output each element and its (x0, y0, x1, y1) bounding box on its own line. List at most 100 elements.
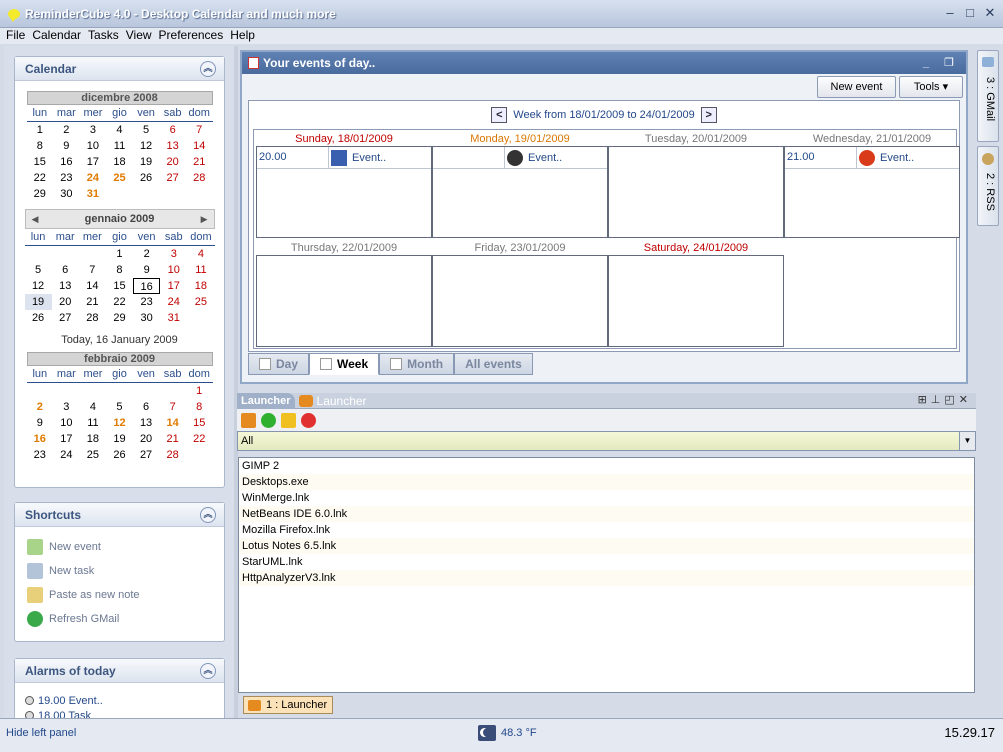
calendar-day[interactable]: 19 (106, 431, 133, 447)
event-row[interactable]: 21.00 Event.. (785, 147, 959, 169)
calendar-day[interactable]: 3 (160, 246, 187, 262)
calendar-day[interactable]: 27 (133, 447, 160, 463)
shortcut-refresh-gmail[interactable]: Refresh GMail (15, 607, 224, 631)
calendar-day[interactable]: 8 (27, 138, 54, 154)
calendar-day[interactable]: 9 (133, 262, 160, 278)
calendar-day[interactable]: 1 (27, 122, 54, 138)
calendar-day[interactable]: 22 (27, 170, 54, 186)
calendar-day[interactable]: 6 (159, 122, 186, 138)
calendar-day[interactable]: 17 (53, 431, 80, 447)
calendar-day[interactable]: 28 (159, 447, 186, 463)
calendar-day[interactable]: 8 (106, 262, 133, 278)
day-cell[interactable]: 21.00 Event.. (784, 146, 960, 238)
menu-help[interactable]: Help (230, 28, 255, 44)
calendar-day[interactable]: 12 (106, 415, 133, 431)
menu-file[interactable]: File (6, 28, 25, 44)
list-item[interactable]: NetBeans IDE 6.0.lnk (239, 506, 974, 522)
prev-arrow-icon[interactable]: ◀ (32, 210, 39, 228)
tab-week[interactable]: Week (309, 353, 380, 375)
calendar-day[interactable]: 27 (52, 310, 79, 326)
calendar-day[interactable]: 28 (186, 170, 213, 186)
calendar-day[interactable]: 12 (25, 278, 52, 294)
calendar-day[interactable]: 24 (160, 294, 187, 310)
calendar-day[interactable]: 14 (159, 415, 186, 431)
list-item[interactable]: StarUML.lnk (239, 554, 974, 570)
weather-widget[interactable]: 48.3 °F (478, 725, 537, 741)
calendar-day[interactable]: 12 (133, 138, 160, 154)
next-week-button[interactable]: > (700, 107, 717, 123)
day-column[interactable]: Saturday, 24/01/2009 (608, 241, 784, 347)
calendar-day[interactable]: 2 (53, 122, 80, 138)
edit-icon[interactable] (281, 412, 296, 428)
calendar-day[interactable]: 7 (186, 122, 213, 138)
list-item[interactable]: GIMP 2 (239, 458, 974, 474)
calendar-day[interactable]: 2 (27, 399, 54, 415)
calendar-day[interactable]: 7 (79, 262, 106, 278)
day-column[interactable]: Wednesday, 21/01/2009 21.00 Event.. (784, 132, 960, 238)
day-cell[interactable] (608, 255, 784, 347)
tab-gmail[interactable]: 3 : GMail (977, 50, 999, 142)
calendar-day[interactable]: 31 (80, 186, 107, 202)
close-icon[interactable]: ✕ (983, 6, 997, 20)
calendar-day[interactable]: 31 (160, 310, 187, 326)
tab-launcher[interactable]: 1 : Launcher (243, 696, 334, 714)
list-item[interactable]: Mozilla Firefox.lnk (239, 522, 974, 538)
calendar-day[interactable]: 9 (27, 415, 54, 431)
list-item[interactable]: Lotus Notes 6.5.lnk (239, 538, 974, 554)
window-controls-icon[interactable]: _ ❐ (923, 56, 960, 69)
calendar-day[interactable]: 15 (186, 415, 213, 431)
tab-day[interactable]: Day (248, 353, 310, 375)
next-arrow-icon[interactable]: ▶ (201, 210, 208, 228)
alarm-item[interactable]: 18.00 Task (15, 708, 224, 718)
calendar-day[interactable]: 16 (53, 154, 80, 170)
calendar-day[interactable]: 4 (106, 122, 133, 138)
calendar-day[interactable]: 25 (80, 447, 107, 463)
calendar-day[interactable]: 28 (79, 310, 106, 326)
calendar-day[interactable]: 17 (80, 154, 107, 170)
list-item[interactable]: HttpAnalyzerV3.lnk (239, 570, 974, 586)
calendar-day[interactable]: 13 (52, 278, 79, 294)
calendar-day[interactable]: 3 (53, 399, 80, 415)
today-label[interactable]: Today, 16 January 2009 (15, 334, 224, 346)
tools-button[interactable]: Tools ▾ (899, 76, 963, 98)
calendar-day[interactable]: 4 (80, 399, 107, 415)
calendar-day[interactable]: 20 (133, 431, 160, 447)
calendar-day[interactable]: 10 (53, 415, 80, 431)
calendar-day[interactable]: 19 (24, 294, 52, 310)
new-event-button[interactable]: New event (817, 76, 896, 98)
calendar-day[interactable]: 30 (133, 310, 160, 326)
calendar-day[interactable]: 22 (106, 294, 133, 310)
menu-view[interactable]: View (126, 28, 152, 44)
chevron-down-icon[interactable]: ▼ (959, 432, 975, 450)
prev-week-button[interactable]: < (491, 107, 508, 123)
day-column[interactable]: Tuesday, 20/01/2009 (608, 132, 784, 238)
calendar-day[interactable]: 29 (106, 310, 133, 326)
calendar-day[interactable]: 3 (80, 122, 107, 138)
calendar-day[interactable]: 29 (27, 186, 54, 202)
calendar-day[interactable]: 6 (52, 262, 79, 278)
calendar-day[interactable]: 16 (27, 431, 54, 447)
calendar-day[interactable]: 14 (186, 138, 213, 154)
add-icon[interactable] (261, 412, 276, 428)
calendar-day[interactable]: 10 (160, 262, 187, 278)
day-cell[interactable] (256, 255, 432, 347)
calendar-day[interactable]: 21 (186, 154, 213, 170)
menu-calendar[interactable]: Calendar (32, 28, 81, 44)
panel-controls-icon[interactable]: ⊞⊥◰✕ (918, 393, 972, 406)
tab-month[interactable]: Month (379, 353, 455, 375)
minimize-icon[interactable]: – (943, 6, 957, 20)
calendar-day[interactable]: 13 (133, 415, 160, 431)
calendar-day[interactable]: 18 (80, 431, 107, 447)
calendar-day[interactable]: 14 (79, 278, 106, 294)
alarm-item[interactable]: 19.00 Event.. (15, 693, 224, 708)
collapse-icon[interactable]: ︽ (200, 663, 216, 679)
calendar-day[interactable]: 18 (106, 154, 133, 170)
calendar-day[interactable]: 26 (106, 447, 133, 463)
calendar-day[interactable]: 9 (53, 138, 80, 154)
calendar-day[interactable]: 25 (187, 294, 214, 310)
calendar-day[interactable]: 22 (186, 431, 213, 447)
calendar-day[interactable]: 13 (159, 138, 186, 154)
delete-icon[interactable] (301, 412, 316, 428)
day-column[interactable]: Thursday, 22/01/2009 (256, 241, 432, 347)
calendar-day[interactable]: 10 (80, 138, 107, 154)
